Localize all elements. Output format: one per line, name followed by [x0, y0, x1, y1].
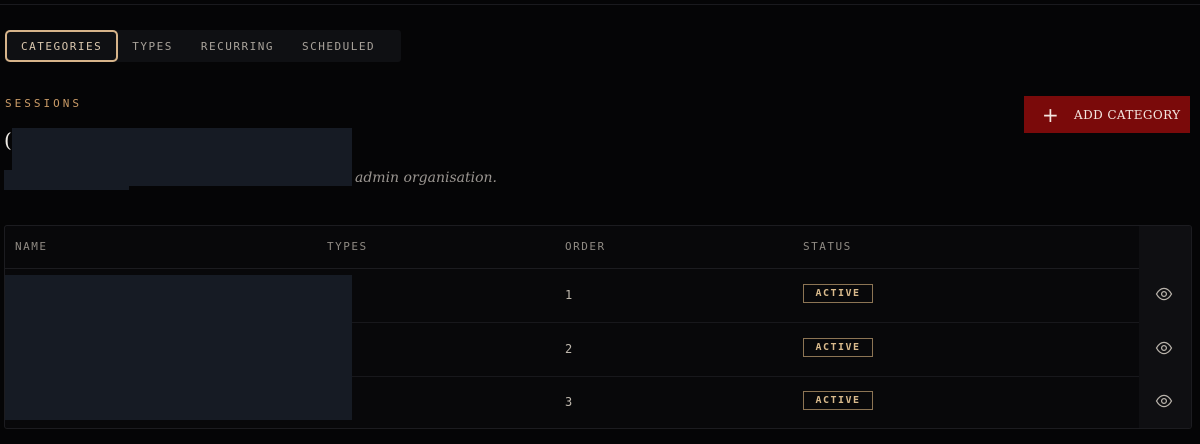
order-cell: 1: [565, 288, 573, 302]
tab-types[interactable]: TYPES: [118, 30, 187, 62]
column-header-order[interactable]: ORDER: [565, 240, 606, 253]
table-header: NAME TYPES ORDER STATUS: [5, 226, 1139, 269]
page-subtitle: admin organisation.: [355, 170, 497, 186]
view-eye-icon[interactable]: [1155, 392, 1173, 410]
status-badge: ACTIVE: [803, 338, 873, 357]
column-header-name[interactable]: NAME: [15, 240, 48, 253]
plus-icon: +: [1042, 102, 1059, 127]
page-title: (: [4, 128, 12, 152]
section-eyebrow: SESSIONS: [5, 97, 82, 110]
status-badge: ACTIVE: [803, 284, 873, 303]
order-cell: 3: [565, 395, 573, 409]
redacted-name-cells: [5, 275, 352, 420]
tab-categories[interactable]: CATEGORIES: [5, 30, 119, 62]
column-header-status[interactable]: STATUS: [803, 240, 852, 253]
column-header-types[interactable]: TYPES: [327, 240, 368, 253]
redacted-subtitle-start: [4, 170, 129, 190]
view-eye-icon[interactable]: [1155, 285, 1173, 303]
tab-scheduled[interactable]: SCHEDULED: [288, 30, 389, 62]
tab-recurring[interactable]: RECURRING: [187, 30, 288, 62]
tab-bar: CATEGORIES TYPES RECURRING SCHEDULED: [5, 30, 402, 62]
add-category-button[interactable]: + ADD CATEGORY: [1024, 96, 1190, 133]
top-divider: [0, 4, 1200, 5]
status-badge: ACTIVE: [803, 391, 873, 410]
view-eye-icon[interactable]: [1155, 339, 1173, 357]
add-category-label: ADD CATEGORY: [1074, 107, 1181, 122]
order-cell: 2: [565, 342, 573, 356]
